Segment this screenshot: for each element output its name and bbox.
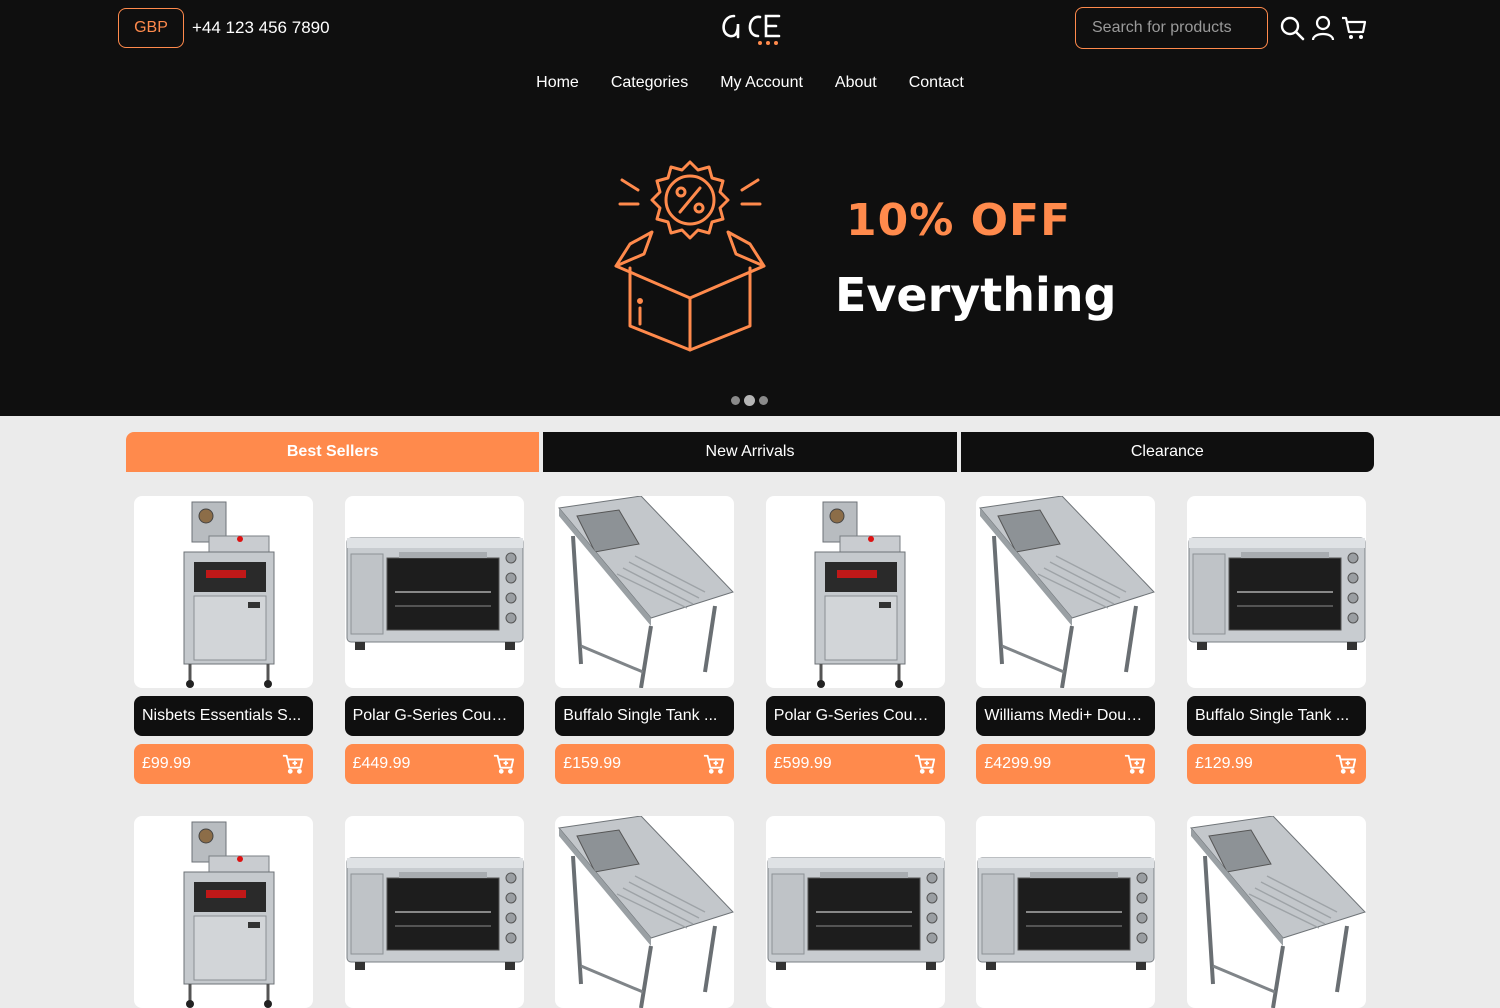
price-row: £449.99	[344, 744, 524, 784]
product-image[interactable]	[555, 816, 735, 1008]
header: GBP +44 123 456 7890 Home Categories My …	[0, 0, 1500, 416]
banner-headline: 10% OFF	[846, 195, 1072, 246]
product-card[interactable]	[976, 816, 1156, 1008]
product-card[interactable]	[134, 816, 313, 1008]
product-image[interactable]	[765, 496, 945, 688]
product-image[interactable]	[134, 816, 313, 1008]
price-row: £4299.99	[976, 744, 1156, 784]
price-row: £599.99	[765, 744, 945, 784]
tab-best-sellers[interactable]: Best Sellers	[126, 432, 540, 472]
product-name[interactable]: Polar G-Series Count...	[765, 696, 945, 736]
search-input[interactable]	[1075, 7, 1268, 49]
product-price: £99.99	[142, 755, 191, 772]
banner-subline: Everything	[835, 268, 1117, 322]
price-row: £99.99	[134, 744, 313, 784]
account-icon[interactable]	[1310, 14, 1336, 42]
product-card[interactable]: Buffalo Single Tank ... £129.99	[1186, 496, 1366, 784]
product-card[interactable]: Williams Medi+ Doubl... £4299.99	[976, 496, 1156, 784]
carousel-dot-active[interactable]	[744, 395, 755, 406]
product-image[interactable]	[976, 816, 1156, 1008]
product-name[interactable]: Buffalo Single Tank ...	[555, 696, 735, 736]
price-row: £129.99	[1186, 744, 1366, 784]
product-name[interactable]: Buffalo Single Tank ...	[1186, 696, 1366, 736]
product-image[interactable]	[134, 496, 313, 688]
product-card[interactable]	[555, 816, 735, 1008]
discount-box-icon	[612, 158, 768, 354]
carousel-dots	[731, 395, 768, 406]
product-name[interactable]: Polar G-Series Count...	[344, 696, 524, 736]
product-card[interactable]	[1186, 816, 1366, 1008]
nav-my-account[interactable]: My Account	[720, 74, 803, 92]
product-image[interactable]	[344, 816, 524, 1008]
product-card[interactable]: Polar G-Series Count... £449.99	[344, 496, 524, 784]
nav-about[interactable]: About	[835, 74, 877, 92]
product-image[interactable]	[1186, 816, 1366, 1008]
product-card[interactable]: Buffalo Single Tank ... £159.99	[555, 496, 735, 784]
product-price: £159.99	[563, 755, 622, 772]
add-to-cart-icon[interactable]	[281, 752, 305, 776]
product-grid: Nisbets Essentials S... £99.99 Polar G-Se…	[134, 496, 1366, 1008]
product-price: £129.99	[1194, 755, 1253, 772]
product-name[interactable]: Nisbets Essentials S...	[134, 696, 313, 736]
nav-contact[interactable]: Contact	[909, 74, 964, 92]
search-icon[interactable]	[1279, 14, 1305, 42]
product-image[interactable]	[555, 496, 735, 688]
product-price: £4299.99	[984, 755, 1052, 772]
tab-clearance[interactable]: Clearance	[960, 432, 1374, 472]
cart-icon[interactable]	[1341, 14, 1367, 42]
product-image[interactable]	[765, 816, 945, 1008]
product-tabs: Best Sellers New Arrivals Clearance	[126, 432, 1374, 472]
add-to-cart-icon[interactable]	[702, 752, 726, 776]
product-card[interactable]	[765, 816, 945, 1008]
add-to-cart-icon[interactable]	[913, 752, 937, 776]
product-image[interactable]	[1186, 496, 1366, 688]
nav-home[interactable]: Home	[536, 74, 579, 92]
product-image[interactable]	[344, 496, 524, 688]
product-card[interactable]: Polar G-Series Count... £599.99	[765, 496, 945, 784]
add-to-cart-icon[interactable]	[492, 752, 516, 776]
add-to-cart-icon[interactable]	[1334, 752, 1358, 776]
product-name[interactable]: Williams Medi+ Doubl...	[976, 696, 1156, 736]
phone-number[interactable]: +44 123 456 7890	[192, 18, 330, 38]
product-price: £599.99	[773, 755, 832, 772]
product-card[interactable]: Nisbets Essentials S... £99.99	[134, 496, 313, 784]
product-price: £449.99	[352, 755, 411, 772]
product-image[interactable]	[976, 496, 1156, 688]
product-card[interactable]	[344, 816, 524, 1008]
nav-categories[interactable]: Categories	[611, 74, 688, 92]
brand-logo[interactable]	[718, 10, 782, 48]
add-to-cart-icon[interactable]	[1123, 752, 1147, 776]
tab-new-arrivals[interactable]: New Arrivals	[543, 432, 957, 472]
currency-selector[interactable]: GBP	[118, 8, 184, 48]
main-nav: Home Categories My Account About Contact	[0, 74, 1500, 92]
price-row: £159.99	[555, 744, 735, 784]
carousel-dot[interactable]	[731, 396, 740, 405]
carousel-dot[interactable]	[759, 396, 768, 405]
